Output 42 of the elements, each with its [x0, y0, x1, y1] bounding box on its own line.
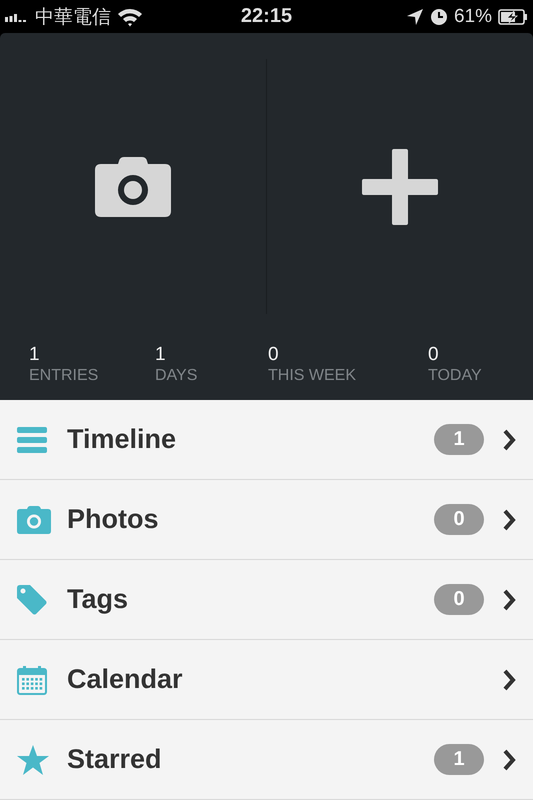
stat-value: 1	[155, 344, 167, 366]
stat-value: 0	[428, 344, 440, 366]
menu-item[interactable]: Starred 1	[0, 720, 533, 800]
stat-value: 1	[29, 344, 41, 366]
signal-icon	[5, 12, 29, 22]
wifi-icon	[117, 6, 143, 26]
location-arrow-icon	[406, 8, 424, 26]
menu-item[interactable]: Tags 0	[0, 560, 533, 640]
stat-label: DAYS	[155, 366, 198, 386]
count-badge: 0	[434, 584, 484, 615]
plus-icon	[362, 148, 438, 224]
list-icon	[17, 426, 47, 452]
camera-icon	[95, 156, 171, 216]
stat-label: ENTRIES	[29, 366, 100, 386]
stat-value: 0	[268, 344, 280, 366]
chevron-icon	[502, 588, 516, 610]
camera-icon	[17, 506, 51, 534]
star-icon	[17, 744, 49, 774]
chevron-icon	[502, 668, 516, 690]
battery-percent: 61%	[454, 6, 492, 28]
count-badge: 1	[434, 424, 484, 455]
stat-label: THIS WEEK	[268, 366, 358, 386]
menu-label: Calendar	[67, 664, 184, 695]
clock-time: 22:15	[240, 5, 294, 28]
menu-item[interactable]: Calendar	[0, 640, 533, 720]
menu-label: Timeline	[67, 424, 178, 455]
count-badge: 1	[434, 744, 484, 775]
menu-label: Photos	[67, 504, 160, 535]
stat-label: TODAY	[428, 366, 483, 386]
menu-label: Tags	[67, 584, 130, 615]
chevron-icon	[502, 748, 516, 770]
menu-label: Starred	[67, 744, 163, 775]
tag-icon	[17, 584, 47, 614]
clock-icon	[430, 8, 448, 26]
menu-item[interactable]: Timeline 1	[0, 400, 533, 480]
chevron-icon	[502, 508, 516, 530]
calendar-icon	[17, 664, 47, 694]
count-badge: 0	[434, 504, 484, 535]
battery-icon	[498, 8, 528, 24]
carrier-name: 中華電信	[35, 6, 111, 30]
menu-item[interactable]: Photos 0	[0, 480, 533, 560]
chevron-icon	[502, 428, 516, 450]
